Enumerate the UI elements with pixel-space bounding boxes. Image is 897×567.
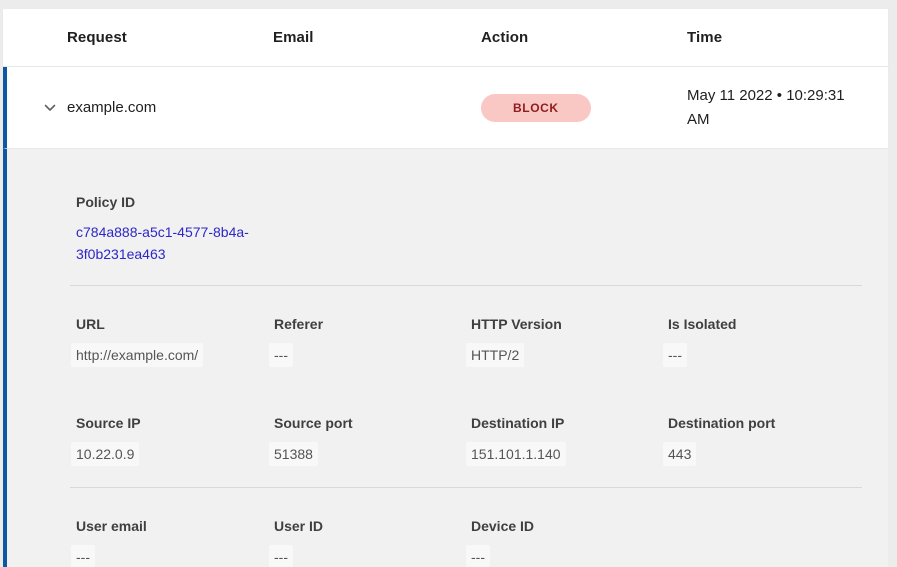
policy-id-label: Policy ID (76, 192, 862, 212)
field-label: Destination port (668, 413, 862, 433)
field-referer: Referer --- (274, 314, 471, 367)
section-divider (70, 285, 862, 286)
field-value: --- (663, 343, 687, 367)
field-source-port: Source port 51388 (274, 413, 471, 466)
field-empty (668, 516, 862, 567)
field-label: User ID (274, 516, 471, 536)
column-header-email: Email (273, 29, 481, 46)
column-header-time: Time (687, 29, 888, 46)
field-device-id: Device ID --- (471, 516, 668, 567)
column-header-action: Action (481, 29, 687, 46)
request-cell: example.com (67, 99, 273, 116)
field-label: User email (76, 516, 274, 536)
time-cell: May 11 2022 • 10:29:31 AM (687, 84, 882, 132)
field-url: URL http://example.com/ (76, 314, 274, 367)
field-user-id: User ID --- (274, 516, 471, 567)
field-label: Is Isolated (668, 314, 862, 334)
table-header: Request Email Action Time (3, 9, 888, 67)
field-label: Destination IP (471, 413, 668, 433)
policy-id-link[interactable]: c784a888-a5c1-4577-8b4a-3f0b231ea463 (76, 221, 276, 265)
block-badge: BLOCK (481, 94, 591, 122)
field-value: --- (269, 343, 293, 367)
field-label: Source port (274, 413, 471, 433)
field-destination-ip: Destination IP 151.101.1.140 (471, 413, 668, 466)
field-label: HTTP Version (471, 314, 668, 334)
field-is-isolated: Is Isolated --- (668, 314, 862, 367)
field-value: --- (71, 545, 95, 567)
field-http-version: HTTP Version HTTP/2 (471, 314, 668, 367)
field-value: HTTP/2 (466, 343, 524, 367)
field-value: --- (269, 545, 293, 567)
field-value: 10.22.0.9 (71, 442, 139, 466)
detail-fields-row: User email --- User ID --- Device ID --- (76, 516, 862, 567)
field-user-email: User email --- (76, 516, 274, 567)
field-destination-port: Destination port 443 (668, 413, 862, 466)
section-divider (70, 487, 862, 488)
field-value: 51388 (269, 442, 318, 466)
column-header-request: Request (67, 29, 273, 46)
field-label: URL (76, 314, 274, 334)
policy-section: Policy ID c784a888-a5c1-4577-8b4a-3f0b23… (76, 192, 862, 265)
field-value: 151.101.1.140 (466, 442, 566, 466)
field-value: --- (466, 545, 490, 567)
row-detail-panel: Policy ID c784a888-a5c1-4577-8b4a-3f0b23… (3, 149, 888, 567)
detail-fields-row: URL http://example.com/ Referer --- HTTP… (76, 314, 862, 367)
field-source-ip: Source IP 10.22.0.9 (76, 413, 274, 466)
chevron-down-icon[interactable] (42, 100, 58, 116)
action-cell: BLOCK (481, 94, 687, 122)
field-label: Device ID (471, 516, 668, 536)
field-value: http://example.com/ (71, 343, 203, 367)
field-label: Source IP (76, 413, 274, 433)
table-row[interactable]: example.com BLOCK May 11 2022 • 10:29:31… (3, 67, 888, 149)
gateway-log-card: Request Email Action Time example.com BL… (3, 9, 888, 149)
detail-fields-row: Source IP 10.22.0.9 Source port 51388 De… (76, 413, 862, 466)
field-value: 443 (663, 442, 696, 466)
field-label: Referer (274, 314, 471, 334)
